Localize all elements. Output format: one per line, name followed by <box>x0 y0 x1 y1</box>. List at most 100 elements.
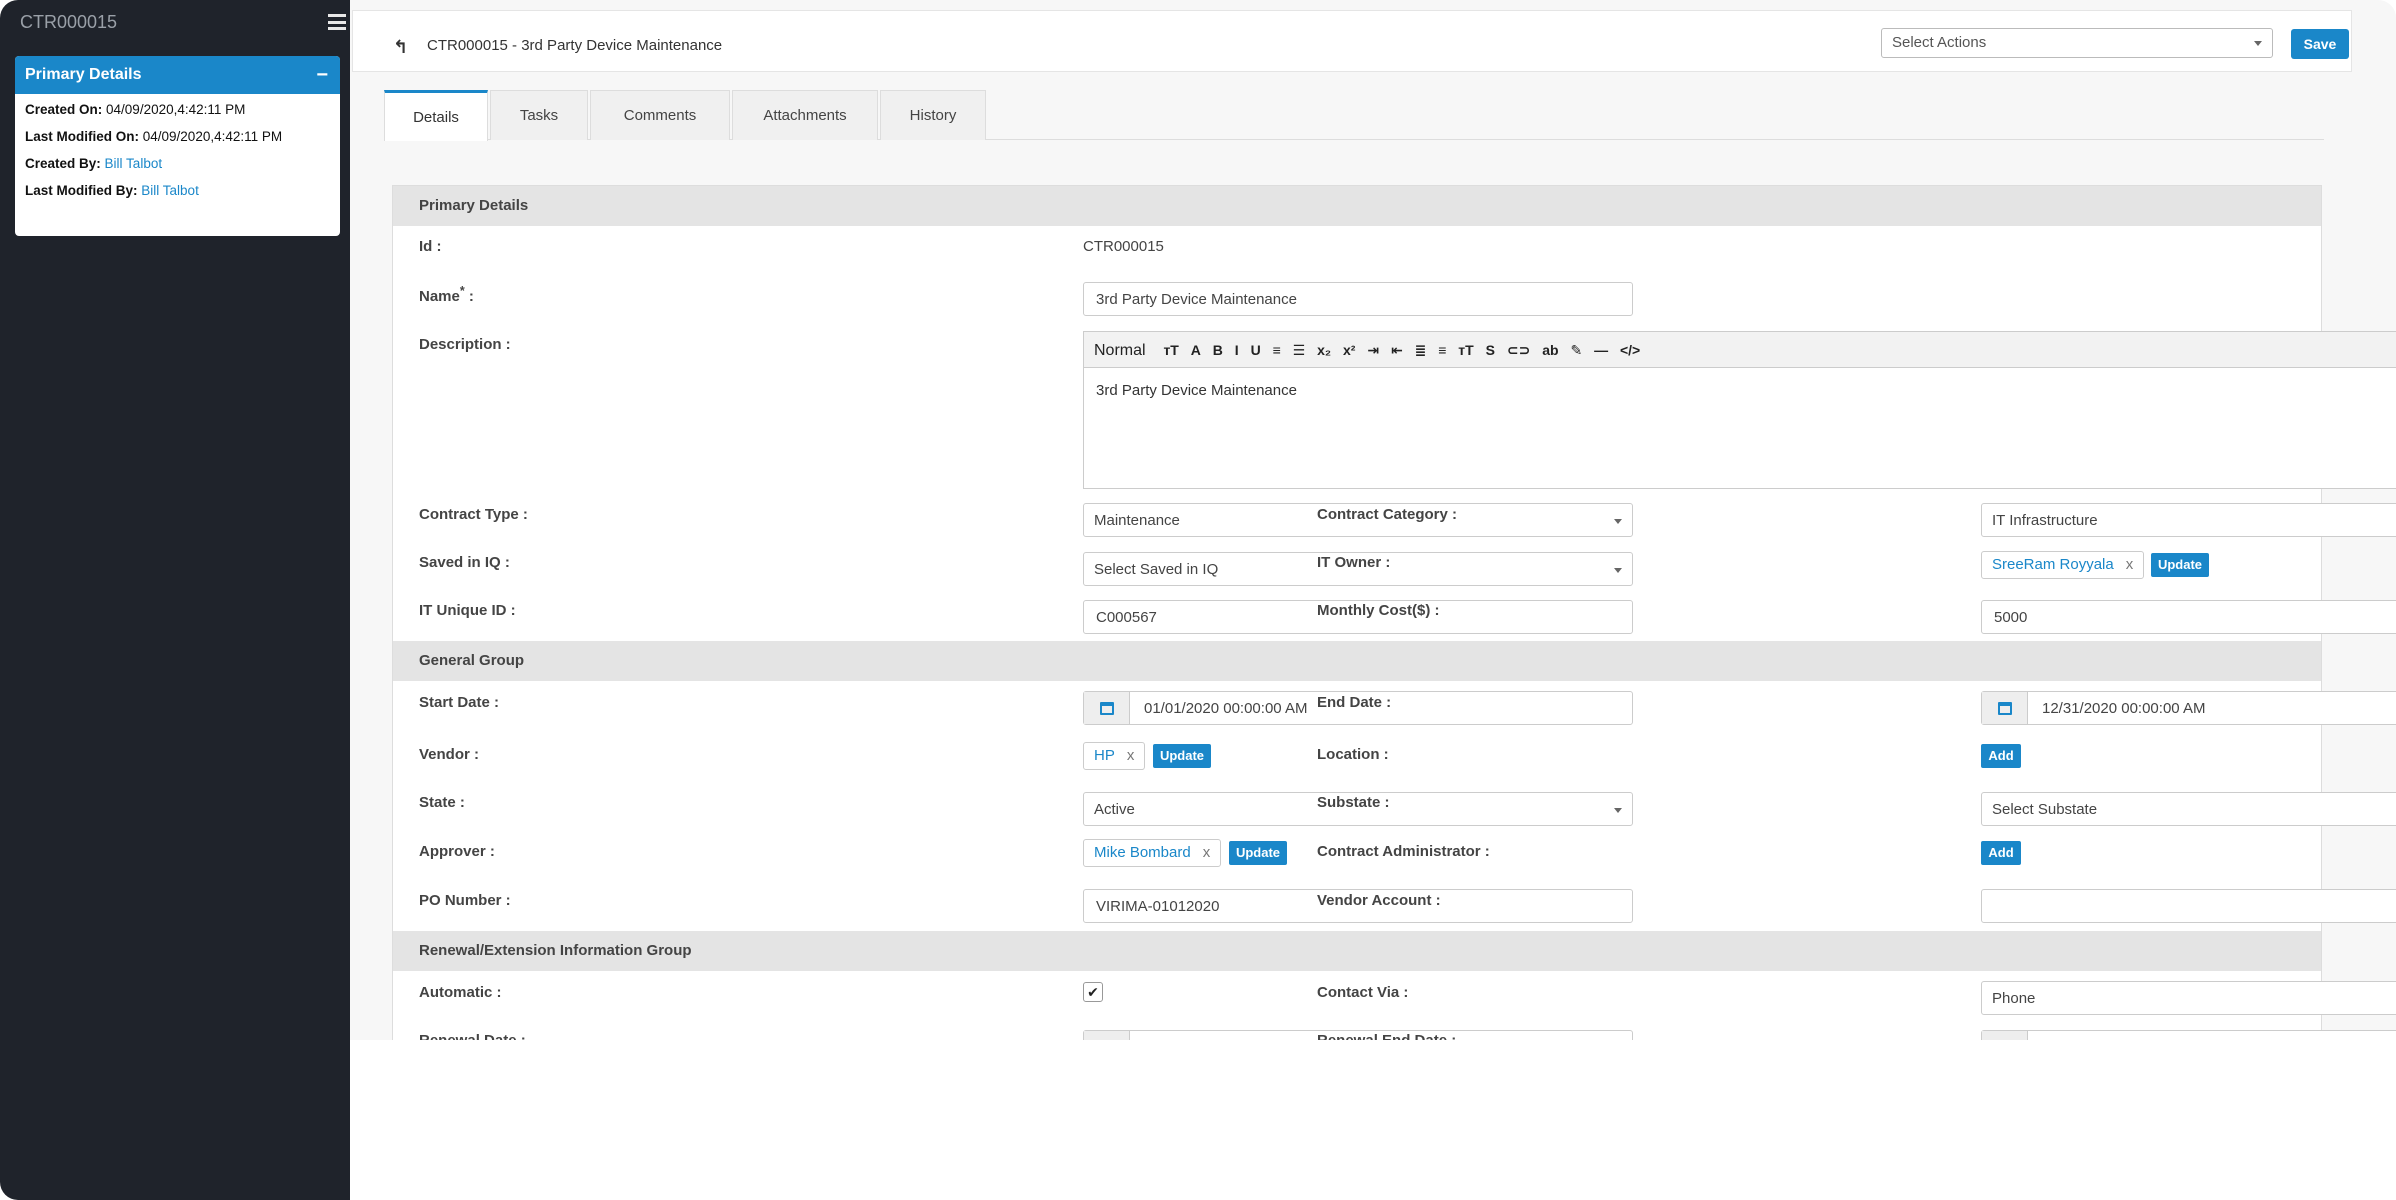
remove-icon[interactable]: x <box>2126 556 2134 573</box>
vendor-update-button[interactable]: Update <box>1153 744 1211 768</box>
name-input[interactable]: 3rd Party Device Maintenance <box>1083 282 1633 316</box>
last-modified-by-link[interactable]: Bill Talbot <box>141 183 199 198</box>
created-by-row: Created By: Bill Talbot <box>25 156 340 175</box>
indent-icon[interactable]: ⇥ <box>1367 342 1379 359</box>
strikethrough-icon[interactable]: S <box>1486 342 1495 358</box>
tab-history[interactable]: History <box>880 90 986 140</box>
start-date-value: 01/01/2020 00:00:00 AM <box>1144 700 1308 717</box>
hamburger-menu-icon[interactable] <box>328 14 346 30</box>
vendor-account-input[interactable] <box>1981 889 2396 923</box>
contact-via-value: Phone <box>1992 990 2036 1007</box>
chevron-down-icon <box>2254 41 2262 46</box>
saved-in-iq-value: Select Saved in IQ <box>1094 561 1219 578</box>
horizontal-rule-icon[interactable]: — <box>1594 342 1608 358</box>
automatic-checkbox[interactable]: ✔ <box>1083 982 1103 1002</box>
clear-format-icon[interactable]: ✎ <box>1570 342 1582 359</box>
subscript-icon[interactable]: x₂ <box>1317 342 1331 358</box>
vendor-tag: HP x <box>1083 742 1146 770</box>
id-value: CTR000015 <box>1083 238 1164 255</box>
align-icon[interactable]: ≣ <box>1415 342 1427 359</box>
select-actions-text: Select Actions <box>1892 34 1987 51</box>
description-text[interactable]: 3rd Party Device Maintenance <box>1084 368 2396 413</box>
tab-details[interactable]: Details <box>384 90 488 141</box>
bold-icon[interactable]: B <box>1213 342 1223 358</box>
contract-category-select[interactable]: IT Infrastructure <box>1981 503 2396 537</box>
font-size-icon[interactable]: ᴛT <box>1163 342 1178 358</box>
tab-attachments[interactable]: Attachments <box>732 90 878 140</box>
renewal-date-label: Renewal Date : <box>419 1032 526 1040</box>
name-label: Name* : <box>419 284 474 305</box>
created-by-label: Created By: <box>25 156 101 171</box>
select-actions-dropdown[interactable]: Select Actions <box>1881 28 2273 58</box>
it-unique-id-label: IT Unique ID : <box>419 602 516 619</box>
font-color-icon[interactable]: A <box>1191 342 1201 358</box>
main-panel: ↰ CTR000015 - 3rd Party Device Maintenan… <box>350 0 2396 1040</box>
renewal-end-date-field[interactable] <box>1981 1030 2396 1040</box>
approver-tag: Mike Bombard x <box>1083 839 1222 867</box>
remove-icon[interactable]: x <box>1203 844 1211 861</box>
unordered-list-icon[interactable]: ☰ <box>1293 342 1306 359</box>
source-code-icon[interactable]: </> <box>1620 342 1640 358</box>
ordered-list-icon[interactable]: ≡ <box>1273 342 1281 358</box>
approver-update-button[interactable]: Update <box>1229 841 1287 865</box>
calendar-icon[interactable] <box>1982 692 2028 724</box>
calendar-icon[interactable] <box>1982 1031 2028 1040</box>
contract-admin-label: Contract Administrator : <box>1317 843 1490 860</box>
saved-in-iq-label: Saved in IQ : <box>419 554 510 571</box>
renewal-end-date-label: Renewal End Date : <box>1317 1032 1456 1040</box>
substate-select[interactable]: Select Substate <box>1981 792 2396 826</box>
record-header: ↰ CTR000015 - 3rd Party Device Maintenan… <box>352 10 2352 72</box>
it-owner-update-button[interactable]: Update <box>2151 553 2209 577</box>
renewal-group-header: Renewal/Extension Information Group <box>393 931 2321 971</box>
text-size-icon[interactable]: ᴛT <box>1458 342 1473 358</box>
created-by-link[interactable]: Bill Talbot <box>105 156 163 171</box>
it-owner-name[interactable]: SreeRam Royyala <box>1992 556 2114 573</box>
sidebar-title: CTR000015 <box>20 12 118 32</box>
back-arrow-icon[interactable]: ↰ <box>393 37 408 58</box>
unlink-icon[interactable]: ab <box>1542 342 1558 358</box>
general-group-header: General Group <box>393 641 2321 681</box>
approver-name[interactable]: Mike Bombard <box>1094 844 1191 861</box>
last-modified-on-value: 04/09/2020,4:42:11 PM <box>142 129 283 144</box>
calendar-icon[interactable] <box>1084 692 1130 724</box>
monthly-cost-input[interactable]: 5000 <box>1981 600 2396 634</box>
monthly-cost-label: Monthly Cost($) : <box>1317 602 1440 619</box>
primary-details-heading: Primary Details <box>25 66 142 83</box>
name-label-colon: : <box>464 288 474 305</box>
save-button[interactable]: Save <box>2291 29 2349 59</box>
contact-via-label: Contact Via : <box>1317 984 1409 1001</box>
format-dropdown[interactable]: Normal <box>1094 342 1146 360</box>
last-modified-by-label: Last Modified By: <box>25 183 138 198</box>
contract-admin-add-button[interactable]: Add <box>1981 841 2021 865</box>
created-on-row: Created On: 04/09/2020,4:42:11 PM <box>25 102 340 121</box>
calendar-icon[interactable] <box>1084 1031 1130 1040</box>
substate-value: Select Substate <box>1992 801 2098 818</box>
contract-category-value: IT Infrastructure <box>1992 512 2098 529</box>
remove-icon[interactable]: x <box>1127 747 1135 764</box>
superscript-icon[interactable]: x² <box>1343 342 1355 358</box>
end-date-label: End Date : <box>1317 694 1392 711</box>
created-on-label: Created On: <box>25 102 103 117</box>
justify-icon[interactable]: ≡ <box>1438 342 1446 358</box>
vendor-label: Vendor : <box>419 746 480 763</box>
outdent-icon[interactable]: ⇤ <box>1391 342 1403 359</box>
underline-icon[interactable]: U <box>1251 342 1261 358</box>
description-editor[interactable]: Normal ᴛT A B I U ≡ ☰ x₂ x² ⇥ ⇤ ≣ ≡ ᴛT S… <box>1083 331 2396 489</box>
tab-comments[interactable]: Comments <box>590 90 730 140</box>
substate-label: Substate : <box>1317 794 1390 811</box>
tab-tasks[interactable]: Tasks <box>490 90 588 140</box>
state-label: State : <box>419 794 465 811</box>
app-window: CTR000015 Primary Details − Created On: … <box>0 0 2396 1200</box>
last-modified-on-label: Last Modified On: <box>25 129 139 144</box>
location-add-button[interactable]: Add <box>1981 744 2021 768</box>
primary-details-header[interactable]: Primary Details − <box>15 56 340 94</box>
link-icon[interactable]: ⊂⊃ <box>1507 342 1530 359</box>
italic-icon[interactable]: I <box>1235 342 1239 358</box>
primary-details-group-header: Primary Details <box>393 186 2321 226</box>
it-owner-tag: SreeRam Royyala x <box>1981 551 2145 579</box>
collapse-icon[interactable]: − <box>316 56 328 94</box>
tab-bar: Details Tasks Comments Attachments Histo… <box>384 88 2324 141</box>
contact-via-select[interactable]: Phone <box>1981 981 2396 1015</box>
end-date-field[interactable]: 12/31/2020 00:00:00 AM <box>1981 691 2396 725</box>
vendor-name[interactable]: HP <box>1094 747 1115 764</box>
